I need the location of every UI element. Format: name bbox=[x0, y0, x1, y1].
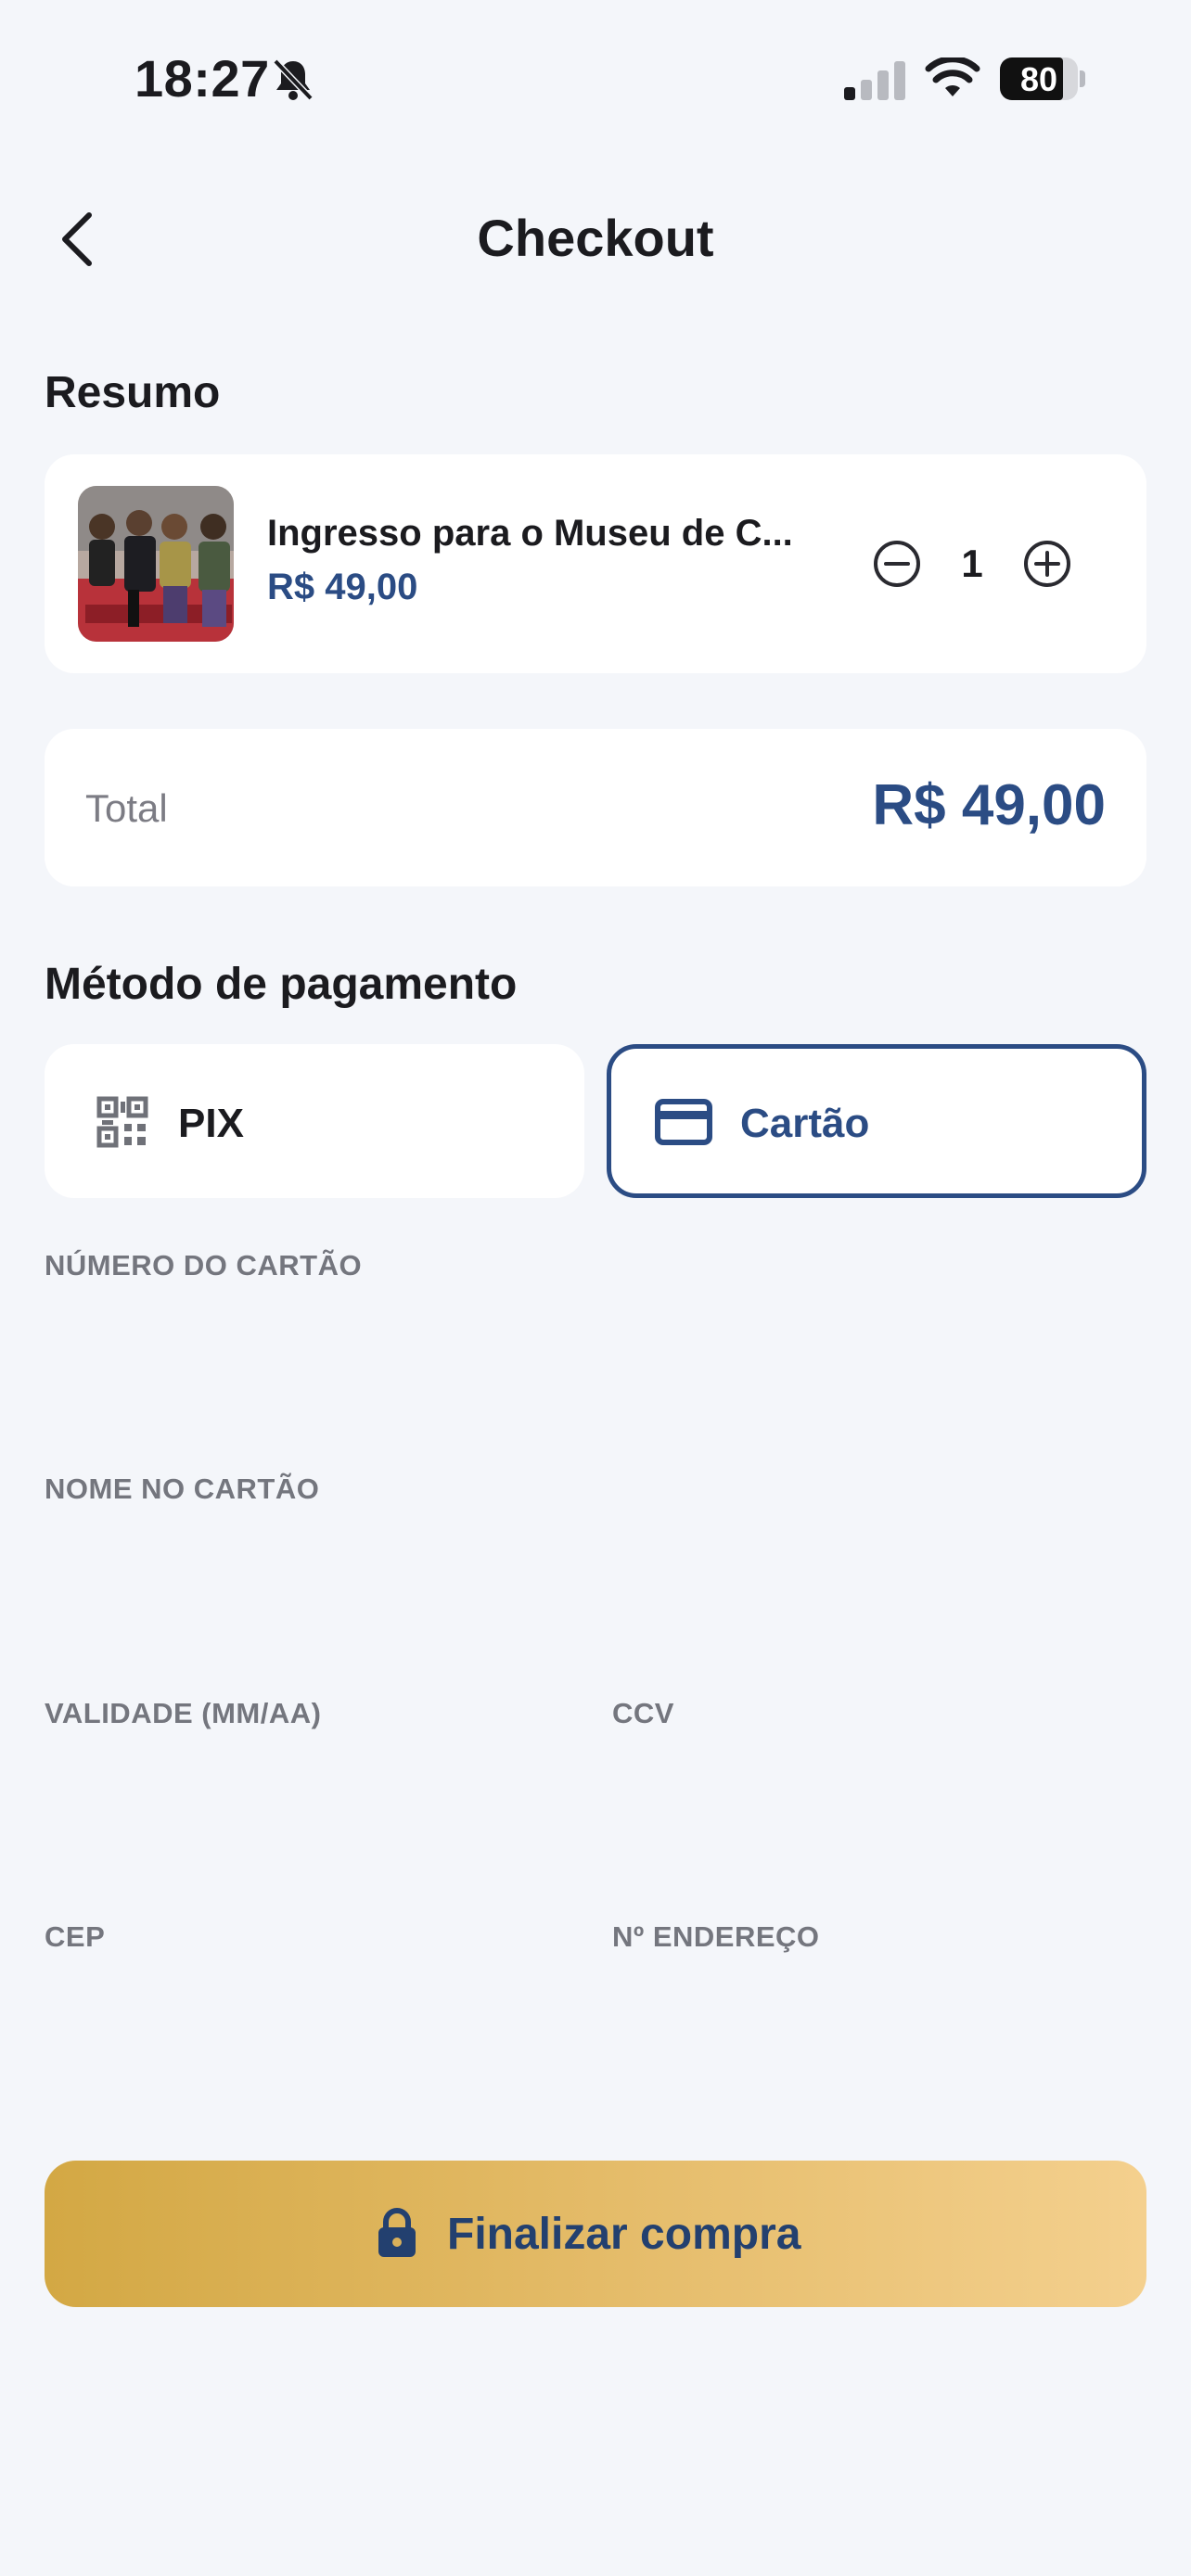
expiry-label: VALIDADE (MM/AA) bbox=[45, 1697, 322, 1729]
wifi-icon bbox=[925, 57, 980, 96]
battery-icon: 80 bbox=[1000, 57, 1087, 100]
bell-slash-icon bbox=[273, 58, 314, 101]
increase-quantity-button[interactable] bbox=[1022, 539, 1072, 589]
card-number-label: NÚMERO DO CARTÃO bbox=[45, 1249, 363, 1282]
card-name-input[interactable] bbox=[45, 1511, 1146, 1613]
decrease-quantity-button[interactable] bbox=[872, 539, 922, 589]
page-title: Checkout bbox=[477, 209, 714, 267]
expiry-input[interactable] bbox=[45, 1736, 584, 1838]
signal-icon bbox=[844, 61, 905, 100]
summary-title: Resumo bbox=[45, 368, 221, 417]
credit-card-icon bbox=[655, 1099, 712, 1145]
ccv-input[interactable] bbox=[612, 1736, 1146, 1838]
ccv-label: CCV bbox=[612, 1697, 674, 1729]
cep-label: CEP bbox=[45, 1920, 106, 1953]
finalize-purchase-label: Finalizar compra bbox=[447, 2210, 801, 2259]
address-number-input[interactable] bbox=[612, 1958, 1146, 2060]
quantity-value: 1 bbox=[961, 542, 983, 585]
card-number-input[interactable] bbox=[45, 1287, 1146, 1389]
payment-option-pix-label: PIX bbox=[178, 1101, 244, 1146]
qr-code-icon bbox=[96, 1096, 148, 1148]
item-name: Ingresso para o Museu de C... bbox=[267, 513, 793, 554]
total-label: Total bbox=[85, 786, 168, 830]
lock-icon bbox=[378, 2208, 416, 2257]
total-value: R$ 49,00 bbox=[872, 773, 1106, 837]
payment-method-title: Método de pagamento bbox=[45, 960, 518, 1009]
cep-input[interactable] bbox=[45, 1958, 584, 2060]
payment-option-card-label: Cartão bbox=[740, 1101, 870, 1146]
card-name-label: NOME NO CARTÃO bbox=[45, 1473, 320, 1505]
status-time: 18:27 bbox=[134, 49, 270, 108]
item-thumbnail bbox=[78, 486, 234, 642]
address-number-label: Nº ENDEREÇO bbox=[612, 1920, 820, 1953]
item-price: R$ 49,00 bbox=[267, 567, 418, 607]
battery-level: 80 bbox=[1019, 60, 1058, 98]
